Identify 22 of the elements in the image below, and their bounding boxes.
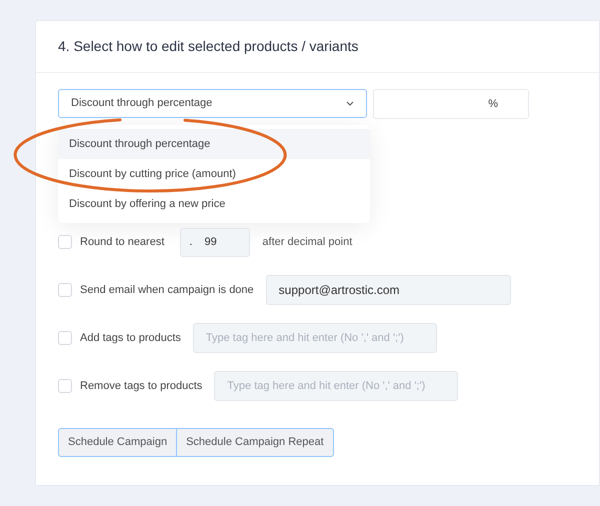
option-label: Remove tags to products bbox=[80, 378, 202, 394]
checkbox[interactable] bbox=[58, 283, 72, 297]
option-label: Add tags to products bbox=[80, 330, 181, 346]
decimal-field[interactable]: . 99 bbox=[180, 228, 250, 256]
option-label: Round to nearest bbox=[80, 234, 164, 250]
tag-field[interactable]: Type tag here and hit enter (No ',' and ';') bbox=[192, 323, 437, 353]
dropdown-option[interactable]: Discount by cutting price (amount) bbox=[58, 159, 370, 189]
checkbox[interactable] bbox=[58, 331, 72, 345]
decimal-suffix-label: after decimal point bbox=[262, 234, 352, 250]
option-label: Send email when campaign is done bbox=[80, 282, 254, 298]
chevron-down-icon bbox=[346, 101, 354, 106]
dropdown-option[interactable]: Discount through percentage bbox=[58, 129, 370, 159]
percent-field[interactable]: % bbox=[373, 89, 529, 119]
schedule-button[interactable]: Schedule Campaign Repeat bbox=[176, 428, 334, 457]
email-field[interactable]: support@artrostic.com bbox=[266, 275, 511, 305]
dropdown-option[interactable]: Discount by offering a new price bbox=[58, 189, 370, 219]
checkbox[interactable] bbox=[58, 379, 72, 393]
schedule-button[interactable]: Schedule Campaign bbox=[58, 428, 178, 457]
discount-type-dropdown[interactable]: Discount through percentage bbox=[58, 89, 367, 118]
checkbox[interactable] bbox=[58, 235, 72, 249]
tag-field[interactable]: Type tag here and hit enter (No ',' and ';') bbox=[214, 371, 458, 401]
section-title: 4. Select how to edit selected products / variants bbox=[58, 37, 358, 56]
